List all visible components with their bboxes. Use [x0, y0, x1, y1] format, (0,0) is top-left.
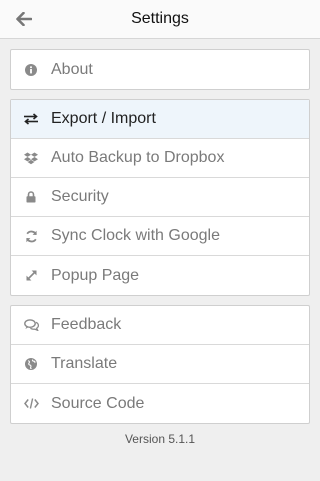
menu-item-feedback[interactable]: Feedback — [11, 306, 309, 345]
menu-item-popup-page[interactable]: Popup Page — [11, 256, 309, 295]
menu-item-auto-backup-dropbox[interactable]: Auto Backup to Dropbox — [11, 139, 309, 178]
exchange-icon — [11, 100, 51, 138]
menu-item-label: Popup Page — [51, 266, 140, 284]
menu-item-label: Export / Import — [51, 110, 156, 127]
menu-item-label: Auto Backup to Dropbox — [51, 149, 225, 166]
menu-item-security[interactable]: Security — [11, 178, 309, 217]
dropbox-icon — [11, 139, 51, 177]
refresh-icon — [11, 217, 51, 255]
menu-item-export-import[interactable]: Export / Import — [11, 100, 309, 139]
settings-group-data: Export / Import Auto Backup to Dropbox S… — [10, 99, 310, 296]
menu-item-label: Feedback — [51, 316, 122, 333]
info-circle-icon — [11, 51, 51, 89]
lock-icon — [11, 178, 51, 216]
version-label: Version 5.1.1 — [124, 432, 196, 446]
settings-group-community: Feedback Translate Source Code — [10, 305, 310, 424]
comments-icon — [11, 306, 51, 344]
globe-icon — [11, 345, 51, 383]
header-bar: Settings — [0, 0, 320, 39]
menu-item-label: Source Code — [51, 394, 145, 412]
expand-icon — [11, 257, 51, 295]
menu-item-sync-clock-google[interactable]: Sync Clock with Google — [11, 217, 309, 256]
menu-item-label: Security — [51, 188, 109, 205]
menu-item-source-code[interactable]: Source Code — [11, 384, 309, 423]
menu-item-label: Translate — [51, 355, 118, 372]
settings-group-info: About — [10, 49, 310, 90]
page-title: Settings — [131, 10, 189, 27]
code-icon — [11, 385, 51, 423]
menu-item-translate[interactable]: Translate — [11, 345, 309, 384]
menu-item-label: About — [51, 60, 93, 78]
menu-item-label: Sync Clock with Google — [51, 227, 220, 244]
menu-item-about[interactable]: About — [11, 50, 309, 89]
